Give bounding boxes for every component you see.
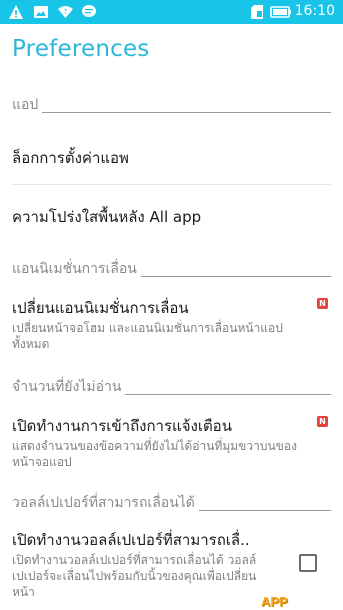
setting-notification-access-subtitle-1: แสดงจำนวนของข้อความที่ยังไม่ได้อ่านที่มุ… <box>12 439 297 453</box>
sd-card-icon <box>251 5 263 19</box>
status-bar: ? 16:10 <box>0 0 343 24</box>
setting-change-scroll-animation[interactable]: เปลี่ยนแอนนิเมชั่นการเลื่อน N เปลี่ยนหน้… <box>0 290 343 352</box>
wifi-question-icon: ? <box>58 6 73 18</box>
new-badge: N <box>317 298 328 309</box>
setting-scrollable-wallpaper-subtitle-1: เปิดทำงานวอลล์เปเปอร์ที่สามารถเลื่อนได้ … <box>12 553 257 567</box>
section-header-label: แอป <box>12 97 39 113</box>
setting-scrollable-wallpaper-title: เปิดทำงานวอลล์เปเปอร์ที่สามารถเลื่.. <box>12 531 250 549</box>
watermark-logo: APP <box>261 594 288 609</box>
section-header-scrollable-wallpaper: วอลล์เปเปอร์ที่สามารถเลื่อนได้ <box>12 492 331 514</box>
scrollable-wallpaper-checkbox[interactable] <box>299 554 317 572</box>
section-header-app: แอป <box>12 94 331 116</box>
section-header-label: แอนนิเมชั่นการเลื่อน <box>12 261 137 277</box>
setting-notification-access-subtitle-2: หน้าจอแอป <box>12 455 72 469</box>
section-divider <box>140 276 331 277</box>
setting-notification-access-title: เปิดทำงานการเข้าถึงการแจ้งเตือน <box>12 417 232 435</box>
setting-change-scroll-animation-title: เปลี่ยนแอนนิเมชั่นการเลื่อน <box>12 299 189 317</box>
image-notification-icon <box>34 6 48 18</box>
section-header-scroll-animation: แอนนิเมชั่นการเลื่อน <box>12 258 331 280</box>
divider <box>12 184 331 185</box>
setting-background-transparency-title: ความโปร่งใสพื้นหลัง All app <box>12 208 202 226</box>
svg-text:?: ? <box>64 8 68 16</box>
section-divider <box>198 510 331 511</box>
setting-scrollable-wallpaper-subtitle-3: หน้า <box>12 585 35 599</box>
section-header-label: วอลล์เปเปอร์ที่สามารถเลื่อนได้ <box>12 495 195 511</box>
battery-icon <box>270 6 291 18</box>
status-time: 16:10 <box>294 3 335 19</box>
setting-change-scroll-animation-subtitle-1: เปลี่ยนหน้าจอโฮม และแอนนิเมชั่นการเลื่อน… <box>12 321 283 335</box>
page-title: Preferences <box>12 36 150 62</box>
section-header-unread-count: จำนวนที่ยังไม่อ่าน <box>12 376 331 398</box>
section-divider <box>42 112 331 113</box>
chat-icon <box>82 5 96 17</box>
setting-scrollable-wallpaper-subtitle-2: เปเปอร์จะเลื่อนไปพร้อมกับนิ้วของคุณเพื่อ… <box>12 569 257 583</box>
setting-background-transparency[interactable]: ความโปร่งใสพื้นหลัง All app <box>0 186 343 244</box>
setting-notification-access[interactable]: เปิดทำงานการเข้าถึงการแจ้งเตือน N แสดงจำ… <box>0 408 343 470</box>
warning-icon <box>9 5 23 19</box>
section-divider <box>125 394 331 395</box>
setting-lock-app-title: ล็อกการตั้งค่าแอพ <box>12 149 129 167</box>
setting-change-scroll-animation-subtitle-2: ทั้งหมด <box>12 337 50 351</box>
section-header-label: จำนวนที่ยังไม่อ่าน <box>12 379 122 395</box>
setting-lock-app[interactable]: ล็อกการตั้งค่าแอพ <box>0 128 343 184</box>
new-badge: N <box>317 416 328 427</box>
